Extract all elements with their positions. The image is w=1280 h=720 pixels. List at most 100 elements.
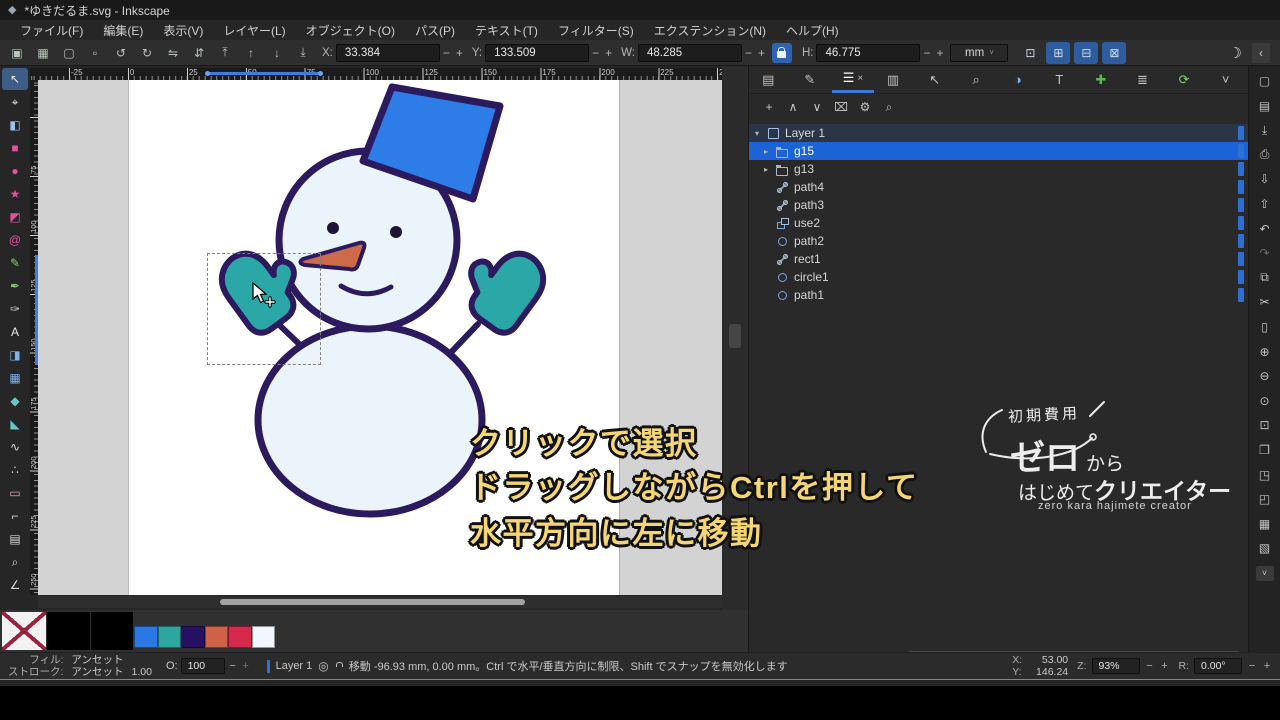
menu-path[interactable]: パス(P) [405, 20, 465, 40]
row-highlight-chip[interactable] [1238, 234, 1244, 248]
tree-row-use2[interactable]: use2 [749, 214, 1248, 232]
no-color-swatch[interactable] [2, 612, 46, 650]
rotation-plus-button[interactable]: + [1262, 660, 1272, 672]
x-field[interactable]: 33.384 [335, 43, 440, 62]
more-chevron-button[interactable]: ˅ [1255, 565, 1274, 581]
w-minus-button[interactable]: − [742, 46, 755, 60]
clone-button[interactable]: ◳ [1254, 465, 1276, 485]
row-highlight-chip[interactable] [1238, 180, 1244, 194]
export-button[interactable]: ⇧ [1254, 194, 1276, 214]
connector-tool[interactable]: ⌐ [2, 505, 28, 527]
opacity-plus-button[interactable]: + [241, 660, 251, 672]
selection-box-toggle[interactable]: ▫ [82, 43, 108, 63]
row-highlight-chip[interactable] [1238, 252, 1244, 266]
ellipse-tool[interactable]: ● [2, 160, 28, 182]
fill-stroke-indicator[interactable]: フィル: アンセット ストローク: アンセット 1.00 [8, 654, 152, 678]
tab-more-chevron[interactable]: ˅ [1206, 66, 1248, 93]
unit-dropdown[interactable]: mm ˅ [950, 43, 1009, 62]
lower-to-bottom-button[interactable]: ⤓ [290, 43, 316, 63]
delete-object-button[interactable]: ⌧ [829, 97, 853, 117]
menu-layer[interactable]: レイヤー(L) [213, 20, 295, 40]
box-3d-tool[interactable]: ◩ [2, 206, 28, 228]
print-button[interactable]: ⎙ [1254, 145, 1276, 165]
gradient-tool[interactable]: ◨ [2, 344, 28, 366]
x-minus-button[interactable]: − [440, 46, 453, 60]
color-swatch[interactable] [251, 626, 275, 648]
flip-horizontal-button[interactable]: ⇋ [160, 43, 186, 63]
zoom-drawing-button[interactable]: ⊡ [1254, 415, 1276, 435]
expander-icon[interactable]: ▸ [764, 147, 775, 156]
close-icon[interactable]: × [857, 73, 863, 84]
color-swatch[interactable] [228, 626, 252, 648]
undo-button[interactable]: ↶ [1254, 219, 1276, 239]
tree-row-path1[interactable]: path1 [749, 286, 1248, 304]
collapse-toolbar-button[interactable]: ‹ [1252, 42, 1270, 63]
spray-tool[interactable]: ∴ [2, 459, 28, 481]
zoom-out-button[interactable]: ⊖ [1254, 366, 1276, 386]
star-tool[interactable]: ★ [2, 183, 28, 205]
expander-icon[interactable]: ▸ [764, 165, 775, 174]
zoom-minus-button[interactable]: − [1145, 660, 1155, 672]
row-highlight-chip[interactable] [1238, 126, 1244, 140]
page-tool[interactable]: ▤ [2, 528, 28, 550]
black-swatch[interactable] [91, 612, 133, 650]
tweak-tool[interactable]: ∿ [2, 436, 28, 458]
scale-patterns-toggle[interactable]: ⊠ [1102, 41, 1127, 64]
save-button[interactable]: ⤓ [1254, 120, 1276, 140]
rotation-field[interactable]: 0.00° [1194, 658, 1242, 674]
row-highlight-chip[interactable] [1238, 216, 1244, 230]
h-minus-button[interactable]: − [920, 46, 933, 60]
w-plus-button[interactable]: + [755, 46, 768, 60]
scale-corners-toggle[interactable]: ⊞ [1046, 41, 1071, 64]
color-swatch[interactable] [204, 626, 228, 648]
snap-settings-button[interactable]: ☽ [1229, 44, 1242, 62]
menu-edit[interactable]: 編集(E) [93, 20, 153, 40]
row-highlight-chip[interactable] [1238, 270, 1244, 284]
pencil-tool[interactable]: ✎ [2, 252, 28, 274]
rotation-minus-button[interactable]: − [1247, 660, 1257, 672]
zoom-in-button[interactable]: ⊕ [1254, 342, 1276, 362]
select-all-button[interactable]: ▣ [4, 43, 30, 63]
black-swatch[interactable] [47, 612, 90, 650]
flip-vertical-button[interactable]: ⇵ [186, 43, 212, 63]
menu-text[interactable]: テキスト(T) [465, 20, 548, 40]
menu-file[interactable]: ファイル(F) [10, 20, 93, 40]
scrollbar-thumb[interactable] [220, 599, 525, 605]
h-plus-button[interactable]: + [933, 46, 946, 60]
zoom-plus-button[interactable]: + [1160, 660, 1170, 672]
tab-align[interactable]: ≣ [1123, 66, 1165, 93]
move-down-button[interactable]: ∨ [805, 97, 829, 117]
ungroup-button[interactable]: ▧ [1254, 538, 1276, 558]
add-object-button[interactable]: + [757, 97, 781, 117]
width-field[interactable]: 48.285 [637, 43, 742, 62]
y-minus-button[interactable]: − [589, 46, 602, 60]
text-tool[interactable]: A [2, 321, 28, 343]
scale-stroke-toggle[interactable]: ⊡ [1018, 42, 1042, 64]
opacity-field[interactable]: 100 [180, 658, 225, 674]
selector-tool[interactable]: ↖ [2, 68, 28, 90]
duplicate-button[interactable]: ❐ [1254, 440, 1276, 460]
deselect-button[interactable]: ▢ [56, 43, 82, 63]
rotate-cw-button[interactable]: ↻ [134, 43, 160, 63]
pen-tool[interactable]: ✒ [2, 275, 28, 297]
import-button[interactable]: ⇩ [1254, 169, 1276, 189]
row-highlight-chip[interactable] [1238, 198, 1244, 212]
tab-fill-stroke[interactable]: ◑ [998, 66, 1040, 93]
menu-view[interactable]: 表示(V) [153, 20, 213, 40]
tree-row-g13[interactable]: ▸ g13 [749, 160, 1248, 178]
tree-row-path2[interactable]: path2 [749, 232, 1248, 250]
current-layer-name[interactable]: Layer 1 [276, 660, 313, 672]
zoom-tool[interactable]: ⌕ [2, 551, 28, 573]
tree-row-circle1[interactable]: circle1 [749, 268, 1248, 286]
color-swatch[interactable] [157, 626, 181, 648]
node-editor-tool[interactable]: ⌖ [2, 91, 28, 113]
redo-button[interactable]: ↷ [1254, 243, 1276, 263]
row-highlight-chip[interactable] [1238, 288, 1244, 302]
menu-object[interactable]: オブジェクト(O) [296, 20, 405, 40]
menu-help[interactable]: ヘルプ(H) [776, 20, 849, 40]
move-up-button[interactable]: ∧ [781, 97, 805, 117]
tree-row-layer1[interactable]: ▾ Layer 1 [749, 124, 1248, 142]
tab-symbols[interactable]: ▥ [874, 66, 916, 93]
select-all-layers-button[interactable]: ▦ [30, 43, 56, 63]
measure-tool[interactable]: ∠ [2, 574, 28, 596]
